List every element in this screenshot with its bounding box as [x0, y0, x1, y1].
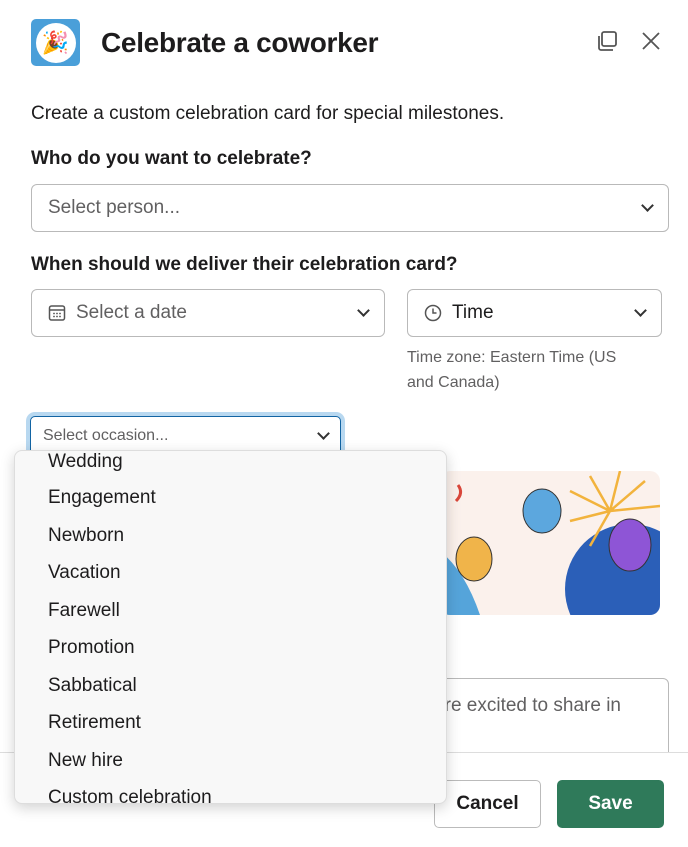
- occasion-placeholder: Select occasion...: [43, 427, 169, 444]
- cancel-button[interactable]: Cancel: [434, 780, 541, 828]
- description: Create a custom celebration card for spe…: [31, 103, 505, 124]
- option-custom-celebration[interactable]: Custom celebration: [48, 787, 212, 803]
- chevron-down-icon: [634, 304, 647, 317]
- option-engagement[interactable]: Engagement: [48, 487, 156, 509]
- popout-button[interactable]: [596, 30, 618, 58]
- calendar-icon: [48, 305, 66, 321]
- option-farewell[interactable]: Farewell: [48, 600, 120, 622]
- date-placeholder: Select a date: [76, 302, 187, 323]
- option-wedding[interactable]: Wedding: [48, 451, 123, 473]
- option-retirement[interactable]: Retirement: [48, 712, 141, 734]
- copy-window-icon: [598, 31, 617, 51]
- close-icon: [642, 32, 660, 50]
- chevron-down-icon: [317, 427, 330, 440]
- occasion-dropdown-menu: Wedding Engagement Newborn Vacation Fare…: [14, 450, 447, 804]
- save-button[interactable]: Save: [557, 780, 664, 828]
- person-label: Who do you want to celebrate?: [31, 148, 312, 169]
- modal-title: Celebrate a coworker: [101, 27, 379, 58]
- app-logo: 🎉: [31, 19, 80, 66]
- time-placeholder: Time: [452, 302, 494, 323]
- option-vacation[interactable]: Vacation: [48, 562, 121, 584]
- chevron-down-icon: [357, 304, 370, 317]
- date-select[interactable]: Select a date: [31, 289, 385, 337]
- option-sabbatical[interactable]: Sabbatical: [48, 675, 137, 697]
- party-popper-icon: 🎉: [35, 22, 76, 63]
- message-text: 're excited to share in: [441, 695, 621, 716]
- close-button[interactable]: [641, 31, 661, 57]
- option-newborn[interactable]: Newborn: [48, 525, 124, 547]
- timezone-hint: Time zone: Eastern Time (US and Canada): [407, 349, 617, 391]
- person-select[interactable]: Select person...: [31, 184, 669, 232]
- option-new-hire[interactable]: New hire: [48, 750, 123, 772]
- celebration-card-image: [440, 471, 660, 615]
- person-placeholder: Select person...: [48, 197, 181, 218]
- clock-icon: [424, 304, 442, 322]
- time-select[interactable]: Time: [407, 289, 662, 337]
- chevron-down-icon: [641, 199, 654, 212]
- delivery-label: When should we deliver their celebration…: [31, 254, 458, 275]
- option-promotion[interactable]: Promotion: [48, 637, 135, 659]
